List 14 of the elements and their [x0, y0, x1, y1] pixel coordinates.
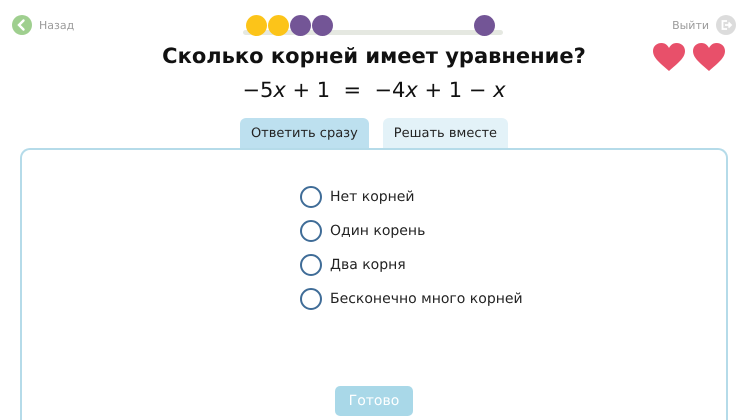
option-label[interactable]: Один корень: [330, 223, 426, 239]
mode-tab[interactable]: Решать вместе: [382, 118, 508, 148]
radio-button[interactable]: [300, 186, 322, 208]
back-icon: [12, 15, 32, 35]
equation: −5x + 1 = −4x + 1 − x: [242, 78, 506, 102]
option-label[interactable]: Нет корней: [330, 189, 415, 205]
option-label[interactable]: Бесконечно много корней: [330, 291, 523, 307]
radio-button[interactable]: [300, 288, 322, 310]
exit-icon: [716, 15, 736, 35]
radio-button[interactable]: [300, 220, 322, 242]
question-title: Сколько корней имеет уравнение?: [162, 44, 586, 68]
radio-button[interactable]: [300, 254, 322, 276]
mode-tab[interactable]: Ответить сразу: [240, 118, 369, 148]
option-label[interactable]: Два корня: [330, 257, 406, 273]
